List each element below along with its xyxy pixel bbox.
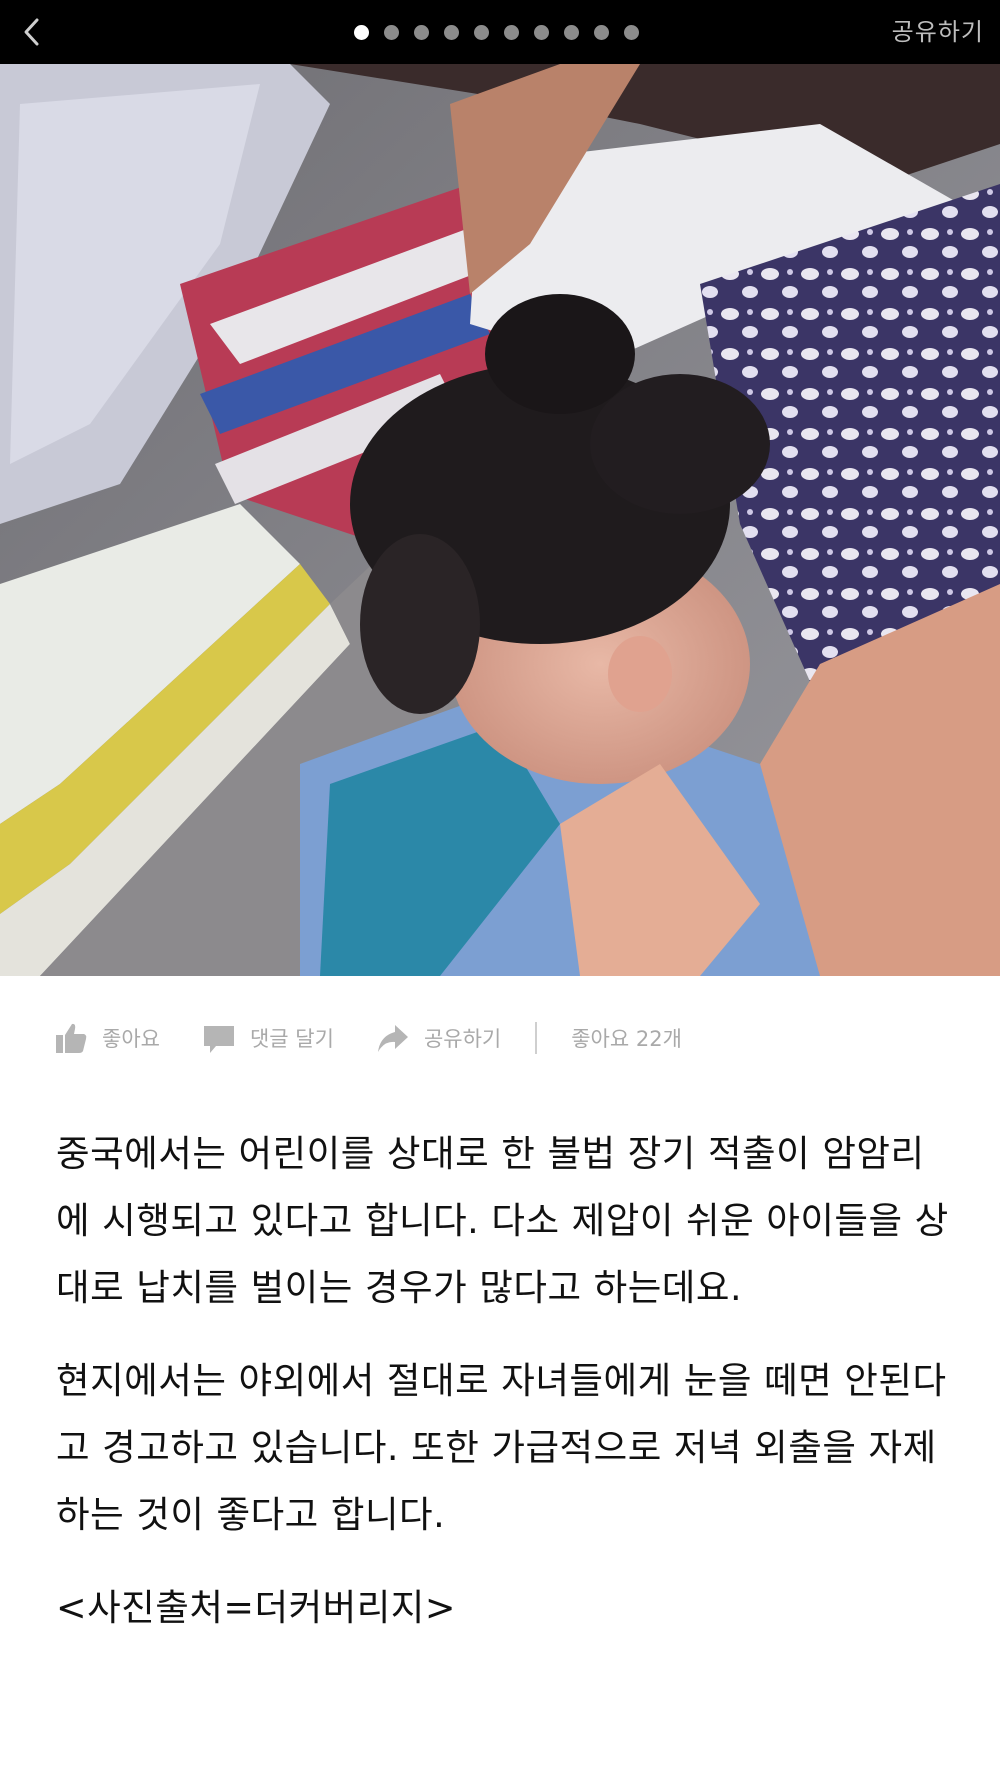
pagination-dot-9[interactable] [594, 24, 609, 40]
pagination-dot-10[interactable] [624, 24, 639, 40]
divider [535, 1022, 538, 1054]
thumbs-up-icon [54, 1021, 88, 1055]
image-pagination [354, 24, 639, 40]
photo-source: <사진출처=더커버리지> [56, 1586, 456, 1629]
article-paragraph: 중국에서는 어린이를 상대로 한 불법 장기 적출이 암암리에 시행되고 있다고… [56, 1132, 949, 1309]
pagination-dot-4[interactable] [444, 24, 459, 40]
share-button[interactable]: 공유하기 [376, 1021, 501, 1055]
comment-icon [202, 1021, 236, 1055]
pagination-dot-8[interactable] [564, 24, 579, 40]
action-bar: 좋아요 댓글 달기 공유하기 좋아요 22개 [0, 1006, 1000, 1070]
pagination-dot-3[interactable] [414, 24, 429, 40]
pagination-dot-2[interactable] [384, 24, 399, 40]
comment-button[interactable]: 댓글 달기 [202, 1021, 334, 1055]
top-bar: 공유하기 [0, 0, 1000, 64]
pagination-dot-5[interactable] [474, 24, 489, 40]
share-top-button[interactable]: 공유하기 [892, 16, 984, 48]
photo-illustration [0, 64, 1000, 976]
article-body: 중국에서는 어린이를 상대로 한 불법 장기 적출이 암암리에 시행되고 있다고… [56, 1120, 956, 1667]
article-photo[interactable] [0, 64, 1000, 976]
like-label: 좋아요 [102, 1027, 160, 1051]
pagination-dot-7[interactable] [534, 24, 549, 40]
likes-count[interactable]: 좋아요 22개 [571, 1023, 682, 1053]
pagination-dot-6[interactable] [504, 24, 519, 40]
share-label: 공유하기 [423, 1027, 502, 1051]
like-button[interactable]: 좋아요 [54, 1021, 160, 1055]
pagination-dot-1[interactable] [354, 24, 369, 40]
article-page: 공유하기 좋아요 댓글 달기 공유하기 좋아요 22개 중국에서는 어린이를 상… [0, 0, 1000, 1777]
chevron-left-icon [24, 18, 39, 46]
article-paragraph: 현지에서는 야외에서 절대로 자녀들에게 눈을 떼면 안된다고 경고하고 있습니… [56, 1359, 947, 1536]
comment-label: 댓글 달기 [249, 1027, 334, 1051]
back-button[interactable] [8, 8, 56, 56]
share-arrow-icon [376, 1021, 410, 1055]
